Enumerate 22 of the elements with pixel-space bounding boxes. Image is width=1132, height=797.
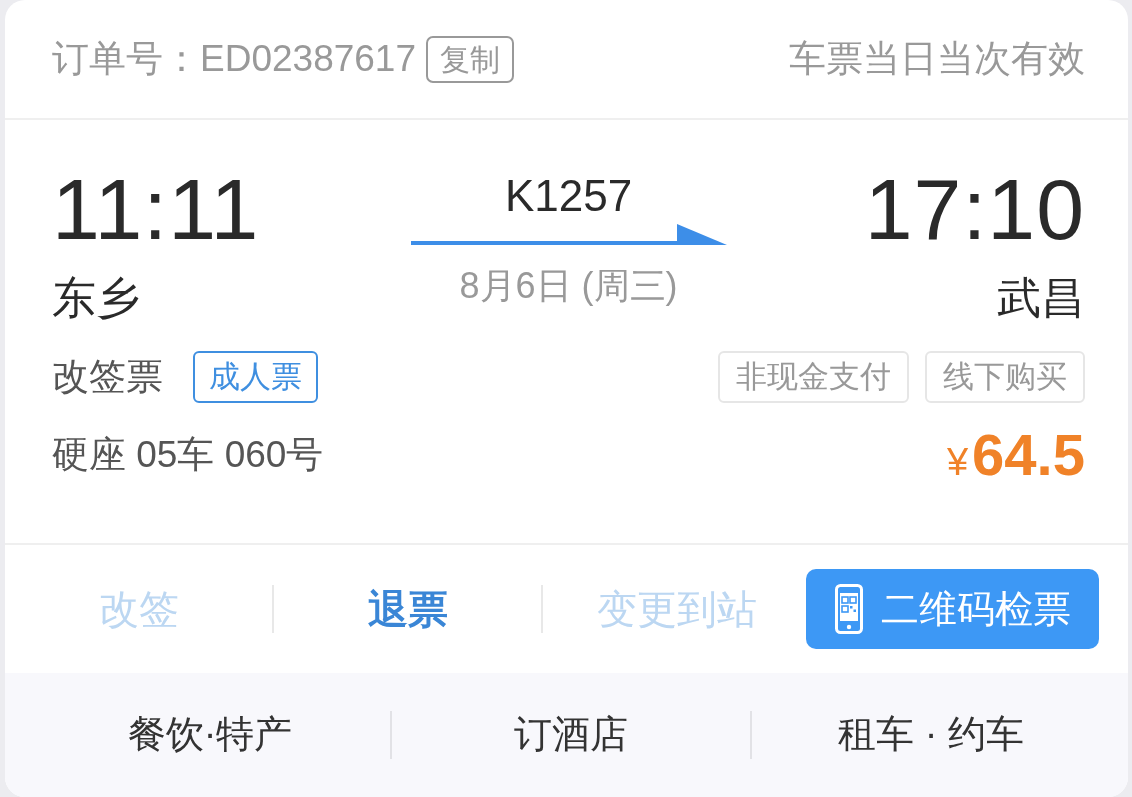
service-link[interactable]: 租车 · 约车 (838, 710, 1024, 760)
payment-tag: 非现金支付 (718, 350, 909, 404)
copy-button[interactable]: 复制 (426, 35, 515, 83)
departure-time: 11:11 (52, 166, 261, 252)
phone-qr-icon (834, 584, 863, 634)
train-number: K1257 (504, 174, 633, 218)
seat-info: 硬座 05车 060号 (52, 433, 324, 477)
arrival-time: 17:10 (863, 166, 1085, 252)
departure-station: 东乡 (52, 272, 141, 324)
service-link[interactable]: 餐饮·特产 (127, 710, 293, 760)
arrow-icon (410, 222, 727, 246)
passenger-tag: 成人票 (193, 350, 318, 404)
qr-check-button[interactable]: 二维码检票 (806, 569, 1099, 649)
ticket-price: ¥64.5 (946, 423, 1085, 487)
order-number: 订单号：ED02387617 (52, 37, 417, 81)
service-link[interactable]: 订酒店 (514, 710, 628, 760)
action-button[interactable]: 退票 (361, 583, 454, 635)
arrival-station: 武昌 (996, 272, 1085, 324)
validity-note: 车票当日当次有效 (789, 37, 1085, 81)
travel-date: 8月6日 (周三) (459, 264, 678, 308)
payment-tag: 线下购买 (925, 350, 1085, 404)
ticket-type: 改签票 (52, 354, 163, 399)
